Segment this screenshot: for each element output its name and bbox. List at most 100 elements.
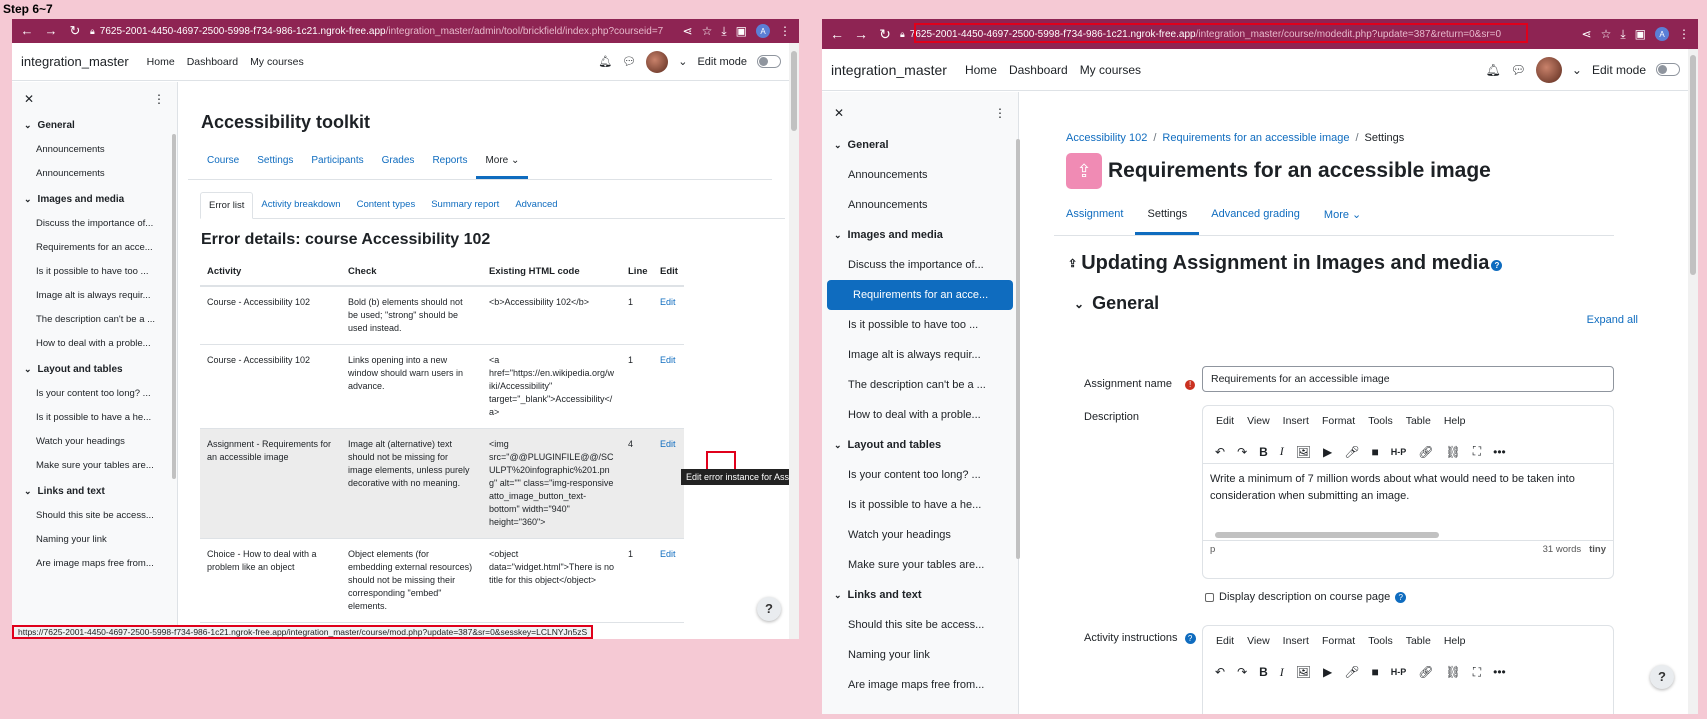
drawer-menu-icon[interactable]: ⋮ xyxy=(153,92,165,106)
subtab-content-types[interactable]: Content types xyxy=(349,192,424,218)
undo-icon[interactable]: ↶ xyxy=(1215,665,1225,679)
display-description-checkbox[interactable] xyxy=(1205,592,1214,602)
star-icon[interactable]: ☆ xyxy=(1601,27,1612,41)
redo-icon[interactable]: ↷ xyxy=(1237,665,1247,679)
chevron-down-icon[interactable]: ⌄ xyxy=(24,120,32,131)
drawer-item[interactable]: The description can't be a ... xyxy=(12,308,162,332)
tab-more[interactable]: More ⌄ xyxy=(1312,197,1373,235)
unlink-icon[interactable]: ⛓ xyxy=(1445,445,1460,459)
italic-icon[interactable]: I xyxy=(1280,444,1284,459)
drawer-item[interactable]: Image alt is always requir... xyxy=(12,284,162,308)
site-brand[interactable]: integration_master xyxy=(831,62,947,78)
reload-icon[interactable]: ↻ xyxy=(66,23,84,39)
edit-link[interactable]: Edit xyxy=(660,549,676,559)
drawer-item[interactable]: Requirements for an acce... xyxy=(12,236,162,260)
kebab-menu-icon[interactable]: ⋮ xyxy=(779,24,791,38)
fullscreen-icon[interactable]: ⛶ xyxy=(1473,665,1481,680)
help-icon[interactable]: ? xyxy=(1395,591,1407,603)
chevron-down-icon[interactable]: ⌄ xyxy=(834,440,842,451)
chat-icon[interactable]: 💬︎ xyxy=(622,55,636,68)
h5p-icon[interactable]: H-P xyxy=(1391,667,1407,677)
bell-icon[interactable]: 🔔︎ xyxy=(1485,63,1500,77)
menu-view[interactable]: View xyxy=(1247,635,1270,654)
drawer-item[interactable]: Is your content too long? ... xyxy=(822,460,1008,490)
chat-icon[interactable]: 💬︎ xyxy=(1511,63,1526,77)
drawer-item[interactable]: The description can't be a ... xyxy=(822,370,1008,400)
expand-all-link[interactable]: Expand all xyxy=(1587,314,1638,326)
link-icon[interactable]: 🔗︎ xyxy=(1418,445,1433,459)
chevron-down-icon[interactable]: ⌄ xyxy=(24,194,32,205)
tab-grades[interactable]: Grades xyxy=(373,147,424,179)
drawer-item[interactable]: Announcements xyxy=(12,162,162,186)
tab-assignment[interactable]: Assignment xyxy=(1054,197,1135,235)
nav-dashboard[interactable]: Dashboard xyxy=(1009,63,1068,77)
bold-icon[interactable]: B xyxy=(1259,665,1268,679)
undo-icon[interactable]: ↶ xyxy=(1215,445,1225,459)
drawer-section[interactable]: ⌄ General xyxy=(822,130,1018,160)
menu-edit[interactable]: Edit xyxy=(1216,635,1234,654)
media-icon[interactable]: ▶ xyxy=(1323,445,1332,459)
fullscreen-icon[interactable]: ⛶ xyxy=(1473,444,1481,459)
help-button[interactable]: ? xyxy=(1650,665,1674,689)
subtab-advanced[interactable]: Advanced xyxy=(507,192,565,218)
drawer-scrollbar[interactable] xyxy=(172,134,176,479)
subtab-summary-report[interactable]: Summary report xyxy=(423,192,507,218)
more-icon[interactable]: ••• xyxy=(1493,445,1506,459)
download-icon[interactable]: ⤓ xyxy=(721,24,726,39)
sidepanel-icon[interactable]: ▣ xyxy=(1635,27,1646,41)
drawer-item[interactable]: Watch your headings xyxy=(12,430,162,454)
site-brand[interactable]: integration_master xyxy=(21,54,129,69)
address-bar[interactable]: 🔒︎ 7625-2001-4450-4697-2500-5998-f734-98… xyxy=(90,26,677,37)
chevron-down-icon[interactable]: ⌄ xyxy=(24,486,32,497)
nav-home[interactable]: Home xyxy=(965,63,997,77)
drawer-item[interactable]: Should this site be access... xyxy=(12,504,162,528)
subtab-error-list[interactable]: Error list xyxy=(200,192,254,219)
italic-icon[interactable]: I xyxy=(1280,665,1284,680)
download-icon[interactable]: ⤓ xyxy=(1620,27,1625,42)
drawer-item-active[interactable]: Requirements for an acce... xyxy=(827,280,1013,310)
h5p-icon[interactable]: H-P xyxy=(1391,447,1407,457)
profile-avatar[interactable]: A xyxy=(1655,27,1669,41)
edit-link[interactable]: Edit xyxy=(660,297,676,307)
description-text[interactable]: Write a minimum of 7 million words about… xyxy=(1203,464,1613,530)
edit-mode-toggle[interactable] xyxy=(1656,63,1680,76)
drawer-item[interactable]: Watch your headings xyxy=(822,520,1008,550)
drawer-item[interactable]: Discuss the importance of... xyxy=(822,250,1008,280)
drawer-item[interactable]: Make sure your tables are... xyxy=(822,550,1008,580)
chevron-down-icon[interactable]: ⌄ xyxy=(1572,63,1582,77)
kebab-menu-icon[interactable]: ⋮ xyxy=(1678,27,1690,41)
address-bar[interactable]: 🔒︎ 7625-2001-4450-4697-2500-5998-f734-98… xyxy=(900,29,1576,40)
profile-avatar[interactable]: A xyxy=(756,24,770,38)
drawer-item[interactable]: Is it possible to have too ... xyxy=(822,310,1008,340)
menu-edit[interactable]: Edit xyxy=(1216,415,1234,434)
drawer-item[interactable]: Discuss the importance of... xyxy=(12,212,162,236)
image-icon[interactable]: 🖼︎ xyxy=(1296,445,1311,459)
redo-icon[interactable]: ↷ xyxy=(1237,445,1247,459)
nav-my-courses[interactable]: My courses xyxy=(1080,63,1141,77)
menu-view[interactable]: View xyxy=(1247,415,1270,434)
drawer-item[interactable]: Is it possible to have a he... xyxy=(822,490,1008,520)
drawer-item[interactable]: Naming your link xyxy=(12,528,162,552)
tab-settings[interactable]: Settings xyxy=(1135,197,1200,235)
tab-more[interactable]: More ⌄ xyxy=(476,147,529,179)
bold-icon[interactable]: B xyxy=(1259,445,1268,459)
sidepanel-icon[interactable]: ▣ xyxy=(736,24,747,38)
chevron-down-icon[interactable]: ⌄ xyxy=(834,140,842,151)
reload-icon[interactable]: ↻ xyxy=(876,26,894,43)
link-icon[interactable]: 🔗︎ xyxy=(1418,665,1433,679)
forward-icon[interactable]: → xyxy=(852,26,870,43)
help-button[interactable]: ? xyxy=(757,597,781,621)
nav-my-courses[interactable]: My courses xyxy=(250,56,304,68)
assignment-name-input[interactable]: Requirements for an accessible image xyxy=(1202,366,1614,392)
back-icon[interactable]: ← xyxy=(828,26,846,43)
page-scrollbar[interactable] xyxy=(789,43,799,639)
drawer-item[interactable]: Make sure your tables are... xyxy=(12,454,162,478)
image-icon[interactable]: 🖼︎ xyxy=(1296,665,1311,679)
close-icon[interactable]: ✕ xyxy=(834,106,844,120)
section-general[interactable]: General xyxy=(1092,293,1159,314)
chevron-down-icon[interactable]: ⌄ xyxy=(834,230,842,241)
drawer-item[interactable]: Naming your link xyxy=(822,640,1008,670)
media-icon[interactable]: ▶ xyxy=(1323,665,1332,679)
menu-table[interactable]: Table xyxy=(1406,415,1431,434)
drawer-item[interactable]: Image alt is always requir... xyxy=(822,340,1008,370)
